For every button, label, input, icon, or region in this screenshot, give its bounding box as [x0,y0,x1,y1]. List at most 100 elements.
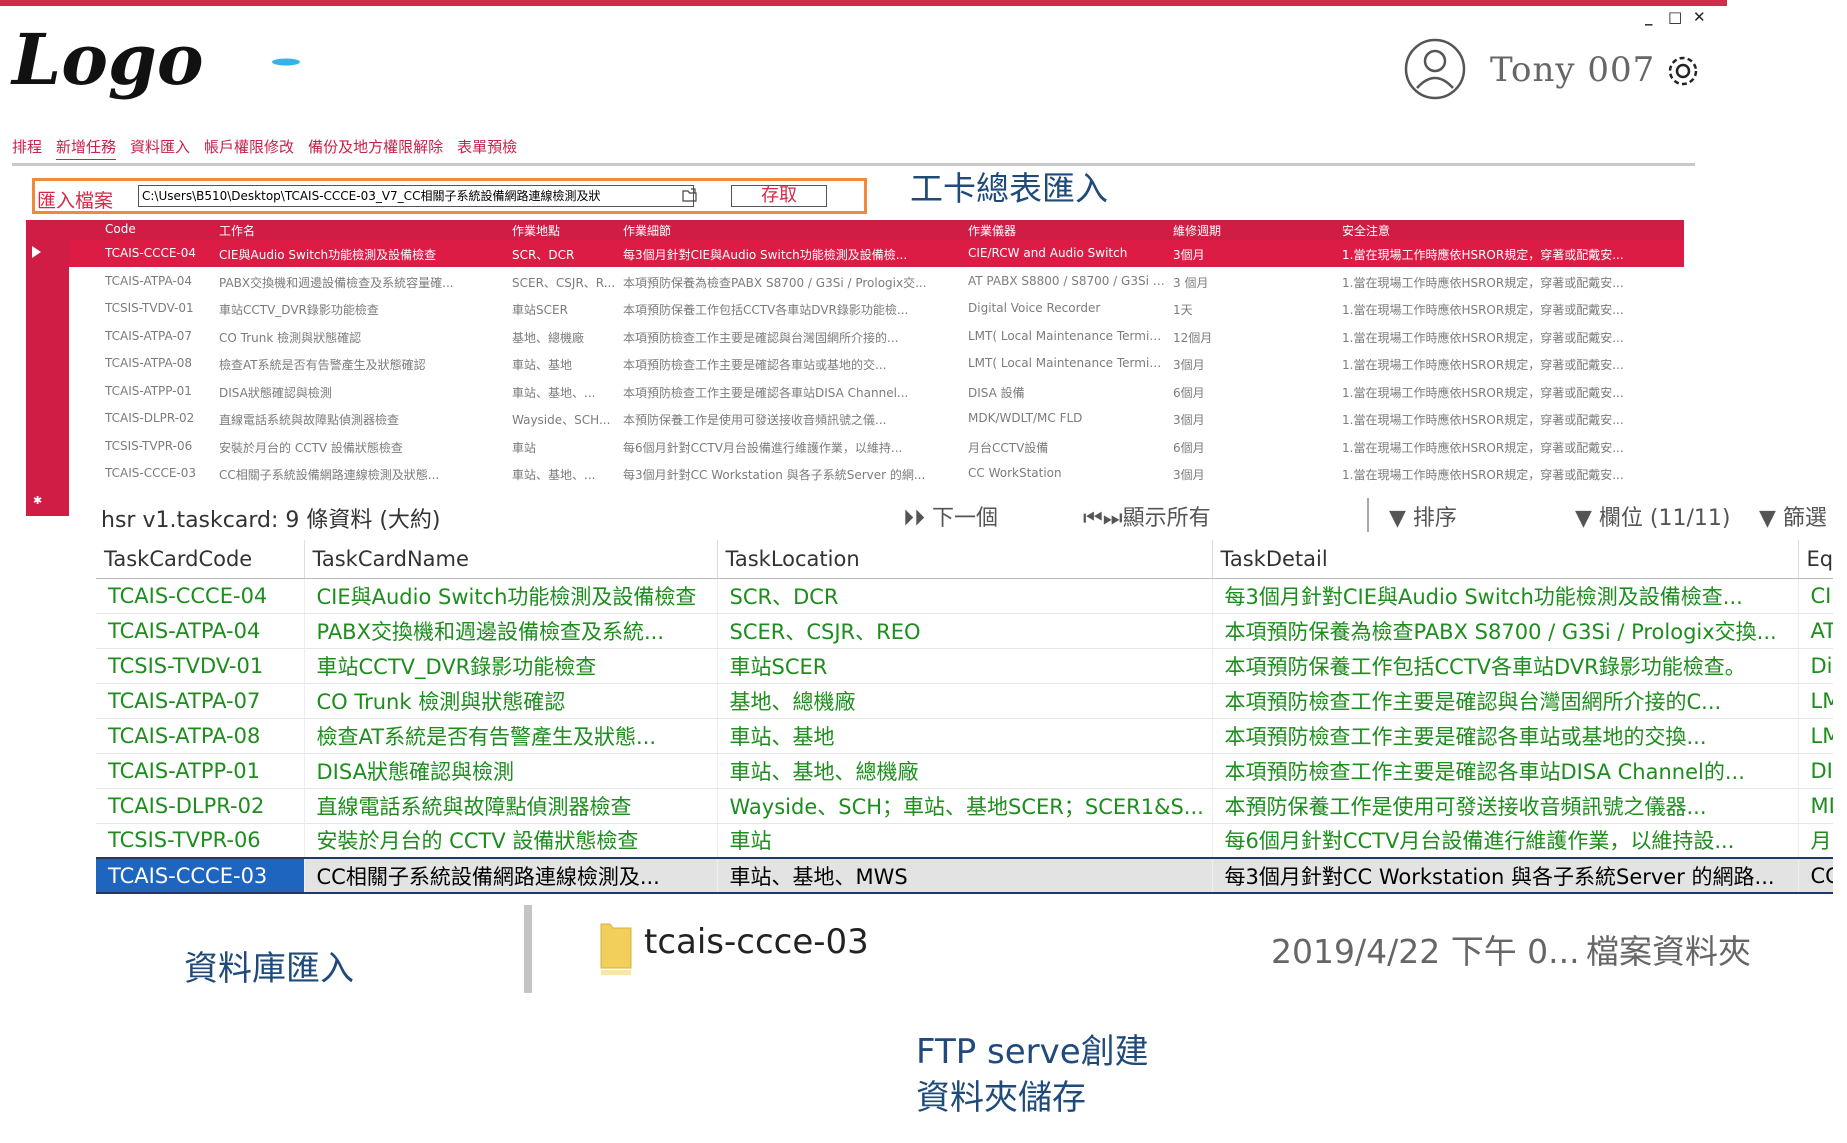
cell-tasklocation: 車站、基地、MWS [717,857,1213,894]
grid-row[interactable]: TCAIS-CCCE-03 CC相關子系統設備網路連線檢測及狀態... 車站、基地、… [69,460,1684,487]
col-location[interactable]: 作業地點 [512,222,560,239]
nav-schedule[interactable]: 排程 [12,136,42,160]
cell-period: 3個月 [1173,358,1205,372]
import-file-label: 匯入檔案 [37,190,114,212]
sort-chevron-icon: ▼ [1389,506,1406,531]
nav-backup-permission[interactable]: 備份及地方權限解除 [308,136,443,160]
cell-taskdetail: 每3個月針對CC Workstation 與各子系統Server 的網路... [1212,857,1799,894]
grid-row[interactable]: TCAIS-ATPP-01 DISA狀態確認與檢測 車站、基地、... 本項預防檢查工… [69,378,1684,405]
cell-code: TCAIS-CCCE-04 [105,246,197,260]
cell-taskcardcode: TCAIS-ATPA-07 [96,683,305,719]
logo: Logo [10,18,300,101]
col-equipment[interactable]: Equ [1798,540,1833,579]
cell-period: 6個月 [1173,385,1205,400]
table-row[interactable]: TCAIS-ATPA-07 CO Trunk 檢測與狀態確認 基地、總機廠 本項預防檢… [96,683,1833,719]
columns-button[interactable]: ▼ 欄位 (11/11) [1575,500,1730,532]
save-button[interactable]: 存取 [731,185,827,207]
cell-taskcardname: CIE與Audio Switch功能檢測及設備檢查 [304,578,718,614]
minimize-icon[interactable]: _ [1645,8,1653,26]
grid-row[interactable]: TCSIS-TVDV-01 車站CCTV_DVR錄影功能檢查 車站SCER 本項預防保… [69,295,1684,322]
cell-code: TCSIS-TVPR-06 [105,438,193,453]
grid-row[interactable]: TCAIS-ATPA-08 檢查AT系統是否有告警產生及狀態確認 車站、基地 本項預防… [69,350,1684,377]
cell-task-name: PABX交換機和週邊設備檢查及系統容量確... [219,275,454,290]
filter-label: 篩選 [1782,506,1827,531]
cell-taskcardname: PABX交換機和週邊設備檢查及系統... [304,613,718,649]
sort-button[interactable]: ▼ 排序 [1389,500,1457,532]
table-row[interactable]: TCSIS-TVPR-06 安裝於月台的 CCTV 設備狀態檢查 車站 每6個月針對C… [96,823,1833,859]
cell-task-name: CO Trunk 檢測與狀態確認 [219,330,362,345]
cell-location: Wayside、SCH... [512,413,611,427]
cell-detail: 本項預防保養工作包括CCTV各車站DVR錄影功能檢... [623,303,909,317]
columns-label: 欄位 (11/11) [1598,506,1731,531]
cell-period: 3個月 [1173,248,1205,262]
user-avatar-icon[interactable] [1404,38,1466,100]
file-path-field[interactable]: C:\Users\B510\Desktop\TCAIS-CCCE-03_V7_C… [138,185,694,207]
cell-taskdetail: 每6個月針對CCTV月台設備進行維護作業，以維持設... [1212,823,1799,859]
row-selector-column: ✱ [26,220,69,516]
cell-location: 車站、基地、... [512,468,596,482]
cell-taskcardname: 車站CCTV_DVR錄影功能檢查 [304,648,718,684]
gear-icon[interactable] [1664,52,1702,90]
table-row[interactable]: TCAIS-ATPA-08 檢查AT系統是否有告警產生及狀態... 車站、基地 本項預… [96,718,1833,754]
cell-task-name: 車站CCTV_DVR錄影功能檢查 [219,303,379,317]
cell-taskcardname: DISA狀態確認與檢測 [304,753,718,789]
cell-location: 車站、基地、... [512,385,596,400]
browse-folder-icon[interactable] [682,187,698,203]
nav-account-permission[interactable]: 帳戶權限修改 [204,136,294,160]
col-task-name[interactable]: 工作名 [219,222,255,239]
table-row[interactable]: TCAIS-DLPR-02 直線電話系統與故障點偵測器檢查 Wayside、SCH；… [96,788,1833,824]
col-detail[interactable]: 作業細節 [623,222,671,239]
show-all-button[interactable]: ⏮⏭顯示所有 [1083,500,1211,532]
grid-row[interactable]: TCSIS-TVPR-06 安裝於月台的 CCTV 設備狀態檢查 車站 每6個月針對C… [69,433,1684,460]
col-taskcardcode[interactable]: TaskCardCode [96,540,305,579]
grid-row[interactable]: TCAIS-DLPR-02 直線電話系統與故障點偵測器檢查 Wayside、SCH.… [69,405,1684,432]
cell-period: 3個月 [1173,468,1205,482]
cell-period: 1天 [1173,303,1193,317]
col-code[interactable]: Code [105,222,136,236]
close-icon[interactable]: ✕ [1693,8,1706,26]
table-row[interactable]: TCAIS-ATPP-01 DISA狀態確認與檢測 車站、基地、總機廠 本項預防檢查工… [96,753,1833,789]
col-taskdetail[interactable]: TaskDetail [1212,540,1799,579]
cell-period: 12個月 [1173,330,1213,345]
col-period[interactable]: 維修週期 [1173,222,1221,239]
cell-safety: 1.當在現場工作時應依HSROR規定，穿著或配戴安... [1342,413,1624,427]
nav-data-import[interactable]: 資料匯入 [130,136,190,160]
cell-tasklocation: 基地、總機廠 [717,683,1213,719]
col-instrument[interactable]: 作業儀器 [968,222,1016,239]
table-row[interactable]: TCAIS-CCCE-03 CC相關子系統設備網路連線檢測及... 車站、基地、MW… [96,857,1833,894]
cell-taskdetail: 本項預防檢查工作主要是確認與台灣固網所介接的C... [1212,683,1799,719]
table-row[interactable]: TCAIS-CCCE-04 CIE與Audio Switch功能檢測及設備檢查 SC… [96,578,1833,614]
grid-row[interactable]: TCAIS-CCCE-04 CIE與Audio Switch功能檢測及設備檢查 SC… [69,240,1684,267]
grid-row[interactable]: TCAIS-ATPA-04 PABX交換機和週邊設備檢查及系統容量確... SCER… [69,268,1684,295]
filter-chevron-icon: ▼ [1759,506,1776,531]
col-tasklocation[interactable]: TaskLocation [717,540,1213,579]
cell-equipment: LM [1798,718,1833,754]
grid-header: Code 工作名 作業地點 作業細節 作業儀器 維修週期 安全注意 [69,220,1684,240]
cell-tasklocation: SCR、DCR [717,578,1213,614]
table-row[interactable]: TCAIS-ATPA-04 PABX交換機和週邊設備檢查及系統... SCER、CS… [96,613,1833,649]
next-button[interactable]: ⏵⏵ 下一個 [903,500,998,532]
nav-form-precheck[interactable]: 表單預檢 [457,136,517,160]
cell-safety: 1.當在現場工作時應依HSROR規定，穿著或配戴安... [1342,275,1624,290]
cell-equipment: MD [1798,788,1833,824]
grid-row[interactable]: TCAIS-ATPA-07 CO Trunk 檢測與狀態確認 基地、總機廠 本項預防檢… [69,323,1684,350]
col-safety[interactable]: 安全注意 [1342,222,1390,239]
maximize-icon[interactable]: □ [1668,8,1682,26]
cell-instrument: DISA 設備 [968,385,1025,400]
cell-task-name: DISA狀態確認與檢測 [219,385,332,400]
cell-taskdetail: 本預防保養工作是使用可發送接收音頻訊號之儀器... [1212,788,1799,824]
nav-new-task[interactable]: 新增任務 [56,136,117,160]
logo-swoosh [272,58,300,66]
col-taskcardname[interactable]: TaskCardName [304,540,718,579]
cell-instrument: 月台CCTV設備 [968,440,1049,455]
cell-taskcardname: CO Trunk 檢測與狀態確認 [304,683,718,719]
cell-taskcardcode: TCSIS-TVDV-01 [96,648,305,684]
cell-location: SCR、DCR [512,248,575,262]
cell-safety: 1.當在現場工作時應依HSROR規定，穿著或配戴安... [1342,303,1624,317]
table-row[interactable]: TCSIS-TVDV-01 車站CCTV_DVR錄影功能檢查 車站SCER 本項預防保… [96,648,1833,684]
folder-name[interactable]: tcais-ccce-03 [644,922,869,962]
cell-taskdetail: 本項預防檢查工作主要是確認各車站DISA Channel的... [1212,753,1799,789]
cell-location: 車站 [512,440,537,455]
cell-safety: 1.當在現場工作時應依HSROR規定，穿著或配戴安... [1342,440,1624,455]
filter-button[interactable]: ▼ 篩選 [1759,500,1827,532]
